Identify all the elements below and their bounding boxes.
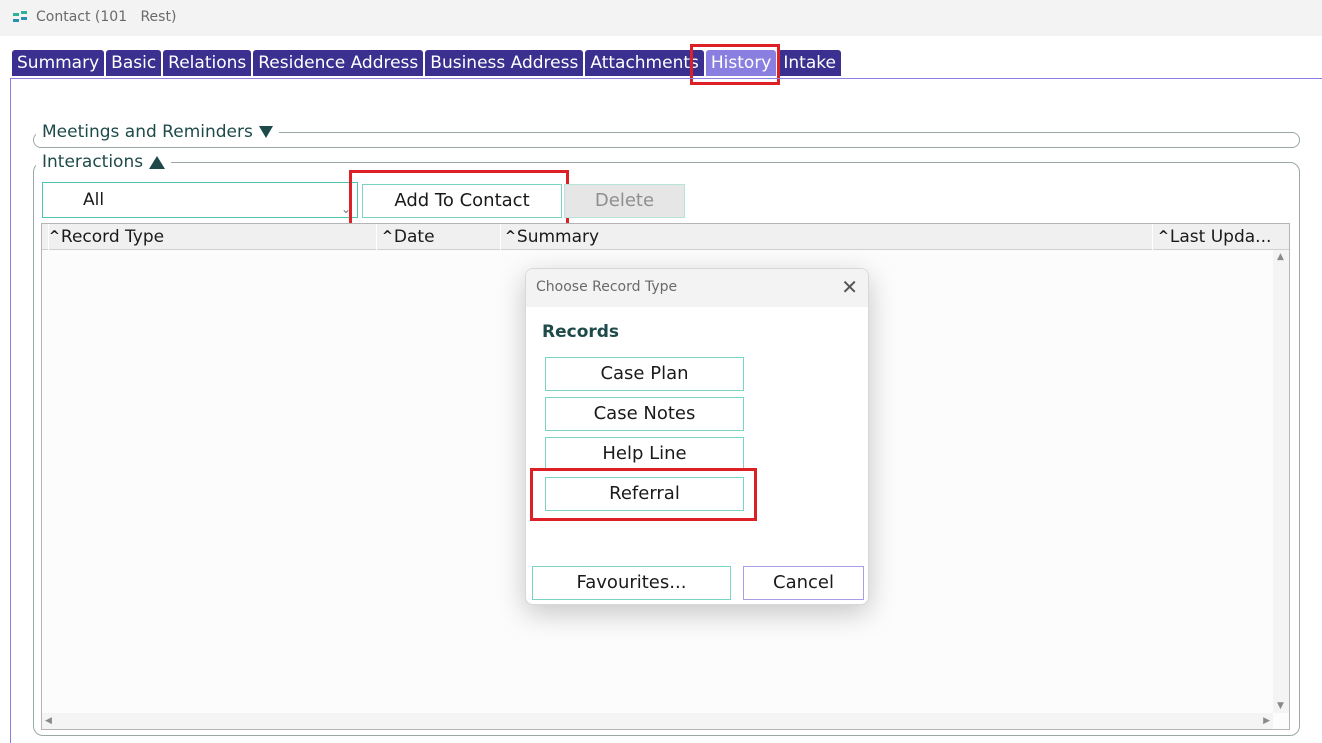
sort-caret-icon: ^ bbox=[49, 229, 60, 244]
tab-attachments[interactable]: Attachments bbox=[585, 50, 704, 76]
choose-record-type-dialog: Choose Record Type ✕ Records Case Plan C… bbox=[525, 268, 869, 605]
interactions-section-header[interactable]: Interactions bbox=[36, 152, 172, 172]
help-line-button[interactable]: Help Line bbox=[545, 437, 744, 471]
scroll-right-icon[interactable]: ▶ bbox=[1263, 716, 1270, 726]
vertical-scrollbar[interactable]: ▲ ▼ bbox=[1273, 250, 1289, 713]
tab-business-address[interactable]: Business Address bbox=[425, 50, 584, 76]
favourites-button[interactable]: Favourites... bbox=[532, 566, 731, 600]
triangle-up-icon[interactable] bbox=[149, 155, 166, 169]
scroll-left-icon[interactable]: ◀ bbox=[45, 716, 52, 726]
scroll-down-icon[interactable]: ▼ bbox=[1277, 701, 1284, 711]
tab-basic[interactable]: Basic bbox=[106, 50, 162, 76]
meetings-section-header[interactable]: Meetings and Reminders bbox=[36, 122, 279, 142]
interactions-section-title: Interactions bbox=[42, 152, 144, 172]
column-header-summary[interactable]: ^Summary bbox=[500, 224, 1150, 250]
app-logo-icon bbox=[13, 11, 27, 22]
table-header: ^Record Type ^Date ^Summary ^Last Upda..… bbox=[42, 224, 1289, 250]
close-icon[interactable]: ✕ bbox=[841, 275, 858, 299]
referral-highlight bbox=[530, 468, 757, 521]
triangle-down-icon[interactable] bbox=[258, 126, 273, 138]
case-plan-button[interactable]: Case Plan bbox=[545, 357, 744, 391]
horizontal-scrollbar[interactable]: ◀ ▶ bbox=[42, 713, 1273, 729]
meetings-section-title: Meetings and Reminders bbox=[42, 122, 253, 142]
case-notes-button[interactable]: Case Notes bbox=[545, 397, 744, 431]
records-section-label: Records bbox=[542, 322, 620, 342]
sort-caret-icon: ^ bbox=[1158, 229, 1169, 244]
dialog-title: Choose Record Type bbox=[536, 279, 678, 295]
record-filter-value: All bbox=[83, 190, 105, 210]
dialog-titlebar: Choose Record Type ✕ bbox=[526, 269, 868, 307]
tab-summary[interactable]: Summary bbox=[12, 50, 105, 76]
tab-residence-address[interactable]: Residence Address bbox=[253, 50, 424, 76]
add-to-contact-highlight bbox=[349, 170, 569, 226]
cancel-button[interactable]: Cancel bbox=[743, 566, 864, 600]
window-title: Contact (101 Rest) bbox=[36, 9, 177, 25]
sort-caret-icon: ^ bbox=[382, 229, 393, 244]
window-titlebar: Contact (101 Rest) bbox=[0, 0, 1322, 36]
delete-button[interactable]: Delete bbox=[564, 184, 685, 218]
column-header-record-type[interactable]: ^Record Type bbox=[48, 224, 374, 250]
column-header-date[interactable]: ^Date bbox=[376, 224, 498, 250]
tab-relations[interactable]: Relations bbox=[163, 50, 252, 76]
tab-intake[interactable]: Intake bbox=[778, 50, 841, 76]
record-filter-select[interactable]: All ⌄ bbox=[42, 182, 358, 218]
sort-caret-icon: ^ bbox=[505, 229, 516, 244]
column-header-last-updated[interactable]: ^Last Upda... bbox=[1152, 224, 1289, 250]
scroll-up-icon[interactable]: ▲ bbox=[1277, 252, 1284, 262]
